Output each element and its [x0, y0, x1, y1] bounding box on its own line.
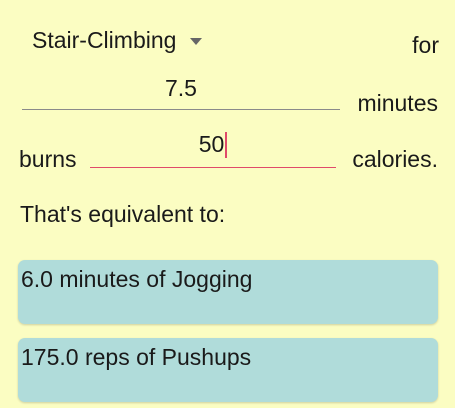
- minutes-value: 7.5: [165, 75, 197, 101]
- activity-selected-label: Stair-Climbing: [32, 26, 177, 53]
- equivalent-card[interactable]: 175.0 reps of Pushups: [18, 338, 438, 402]
- text-cursor: [225, 131, 228, 158]
- burns-label: burns: [19, 146, 77, 172]
- equivalent-text: 6.0 minutes of Jogging: [21, 266, 253, 292]
- equivalent-card[interactable]: 6.0 minutes of Jogging: [18, 260, 438, 324]
- minutes-unit-label: minutes: [357, 90, 438, 116]
- calories-value: 50: [198, 131, 225, 157]
- chevron-down-icon: [190, 37, 203, 45]
- activity-dropdown[interactable]: Stair-Climbing: [32, 24, 203, 56]
- minutes-input[interactable]: 7.5: [22, 70, 340, 110]
- equivalent-text: 175.0 reps of Pushups: [21, 344, 252, 370]
- equivalent-heading: That's equivalent to:: [20, 201, 226, 227]
- calories-unit-label: calories.: [352, 146, 438, 172]
- for-label: for: [412, 32, 439, 58]
- calories-input[interactable]: 50: [90, 126, 336, 168]
